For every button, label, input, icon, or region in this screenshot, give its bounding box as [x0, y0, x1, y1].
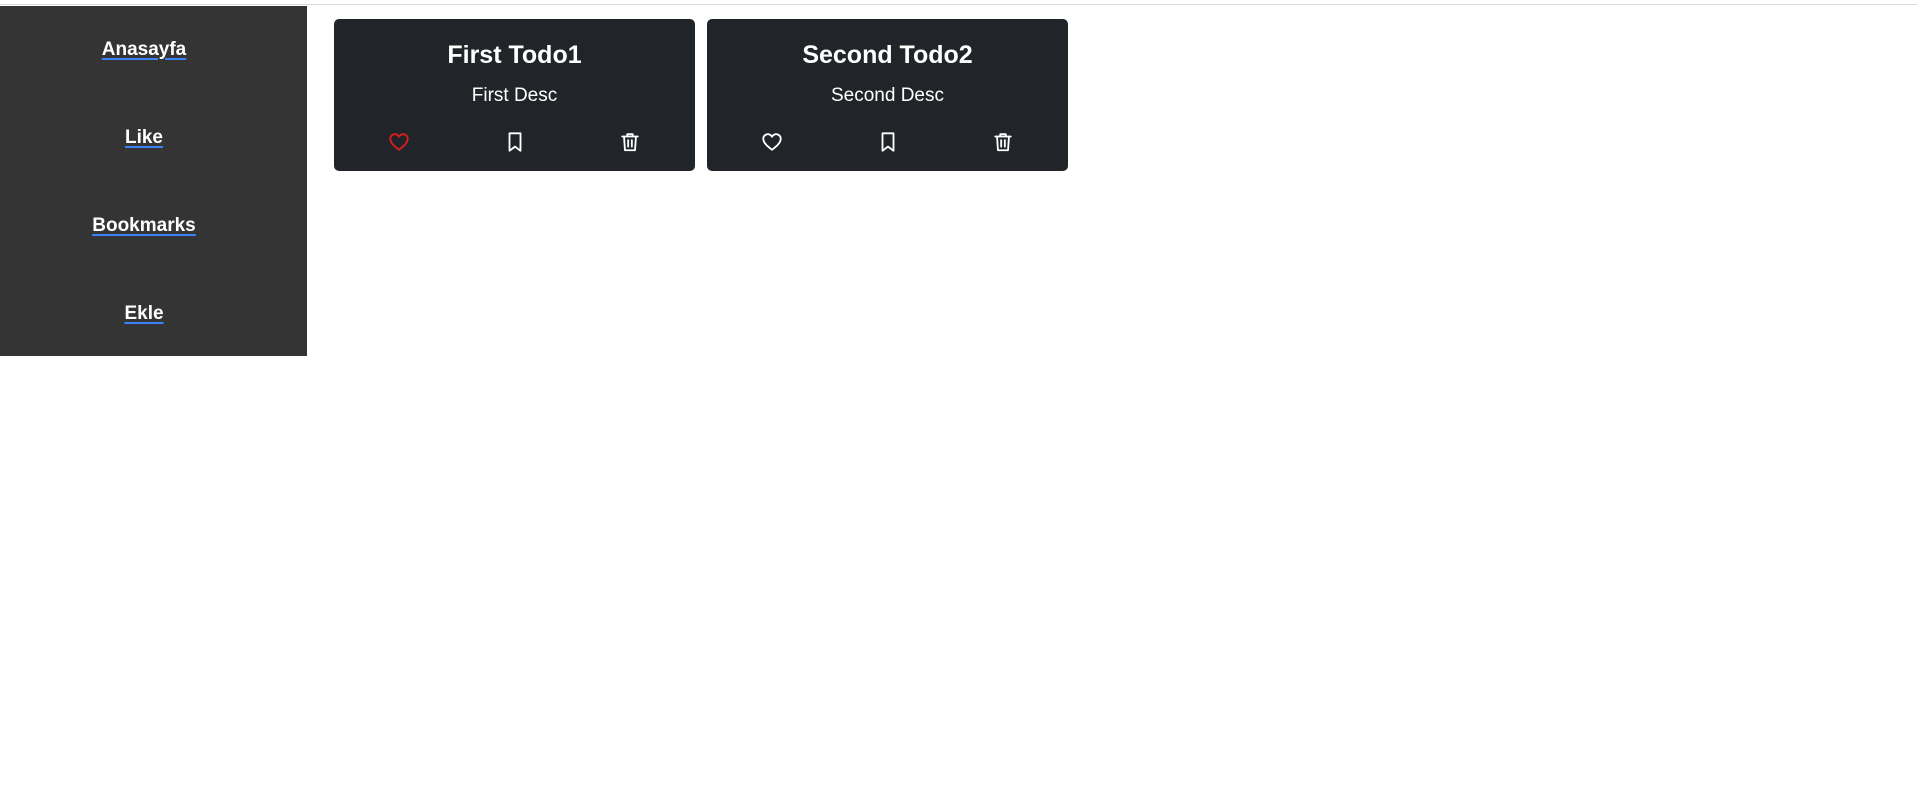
todo-title: First Todo1: [447, 41, 582, 69]
bookmark-icon: [508, 132, 522, 152]
heart-icon: [389, 133, 409, 151]
todo-actions: [334, 129, 695, 155]
sidebar-item-like[interactable]: Like: [0, 127, 288, 149]
todo-card: Second Todo2 Second Desc: [707, 19, 1068, 171]
todo-card: First Todo1 First Desc: [334, 19, 695, 171]
bookmark-button[interactable]: [502, 129, 528, 155]
bookmark-button[interactable]: [875, 129, 901, 155]
sidebar: Anasayfa Like Bookmarks Ekle: [0, 6, 307, 356]
sidebar-item-home[interactable]: Anasayfa: [0, 39, 288, 61]
todo-description: First Desc: [471, 85, 558, 106]
trash-icon: [994, 133, 1012, 152]
todo-actions: [707, 129, 1068, 155]
delete-button[interactable]: [617, 129, 643, 155]
delete-button[interactable]: [990, 129, 1016, 155]
sidebar-item-bookmarks[interactable]: Bookmarks: [0, 215, 288, 237]
top-divider: [0, 0, 1917, 5]
sidebar-item-add[interactable]: Ekle: [0, 303, 288, 325]
like-button[interactable]: [759, 129, 785, 155]
like-button[interactable]: [386, 129, 412, 155]
todo-description: Second Desc: [830, 85, 944, 106]
heart-icon: [762, 133, 782, 151]
bookmark-icon: [881, 132, 895, 152]
trash-icon: [621, 133, 639, 152]
todo-title: Second Todo2: [802, 41, 973, 69]
